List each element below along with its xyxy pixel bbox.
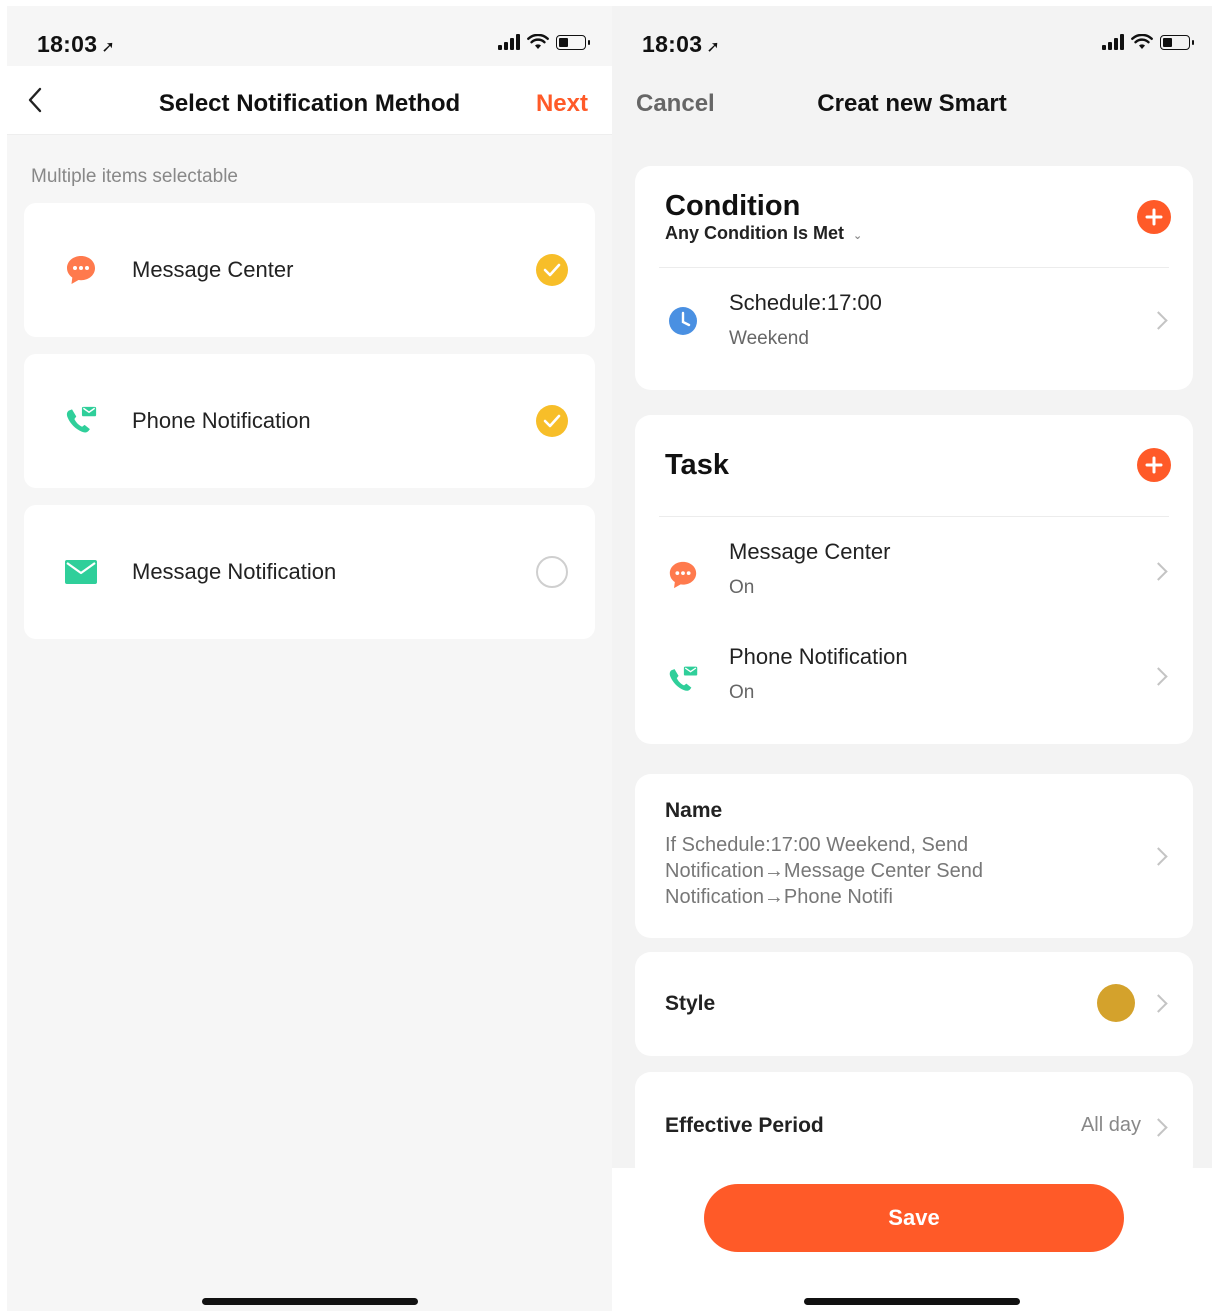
condition-mode-select[interactable]: Any Condition Is Met ⌄ <box>665 223 862 244</box>
status-time: 18:03 <box>642 31 703 57</box>
chat-bubble-icon <box>669 561 697 589</box>
effective-period-value: All day <box>1080 1114 1141 1136</box>
page-title: Creat new Smart <box>817 90 1007 117</box>
task-row-message-center[interactable]: Message Center On <box>635 523 1193 627</box>
task-title: Task <box>665 449 729 481</box>
option-message-notification[interactable]: Message Notification <box>24 505 595 639</box>
signal-icon <box>498 34 520 50</box>
row-subtitle: Weekend <box>729 328 809 349</box>
chevron-right-icon <box>1149 667 1168 686</box>
name-label: Name <box>665 799 723 822</box>
location-arrow-icon: ➚ <box>101 39 116 56</box>
home-indicator <box>804 1298 1020 1305</box>
option-label: Message Center <box>132 257 294 282</box>
battery-icon <box>556 35 590 50</box>
wifi-icon <box>1131 34 1153 49</box>
chevron-right-icon <box>1149 994 1168 1013</box>
checkmark-icon <box>543 414 561 428</box>
option-label: Phone Notification <box>132 408 311 433</box>
status-bar: 18:03 ➚ <box>7 6 612 66</box>
checkmark-icon <box>543 263 561 277</box>
nav-bar: Select Notification Method Next <box>7 66 612 135</box>
style-card[interactable]: Style <box>635 952 1193 1056</box>
row-title: Phone Notification <box>729 644 908 669</box>
location-arrow-icon: ➚ <box>706 39 721 56</box>
option-message-center[interactable]: Message Center <box>24 203 595 337</box>
battery-icon <box>1160 35 1194 50</box>
create-smart-screen: 18:03 ➚ Cancel Creat new Smart Condition … <box>612 6 1212 1311</box>
chevron-right-icon <box>1149 311 1168 330</box>
style-color-swatch <box>1097 984 1135 1022</box>
row-title: Message Center <box>729 539 891 564</box>
footer-bar: Save <box>612 1168 1212 1311</box>
phone-message-icon <box>669 666 698 691</box>
style-label: Style <box>665 992 716 1015</box>
chevron-right-icon <box>1149 1118 1168 1137</box>
status-time: 18:03 <box>37 31 98 57</box>
name-value: If Schedule:17:00 Weekend, Send Notifica… <box>665 834 983 908</box>
effective-period-label: Effective Period <box>665 1114 824 1137</box>
selection-hint: Multiple items selectable <box>31 166 238 187</box>
condition-title: Condition <box>665 190 801 222</box>
task-card: Task Message Center On Phone Notificatio… <box>635 415 1193 744</box>
page-title: Select Notification Method <box>158 90 461 117</box>
caret-down-icon: ⌄ <box>853 230 863 242</box>
chevron-right-icon <box>1149 562 1168 581</box>
next-button[interactable]: Next <box>536 90 588 118</box>
phone-message-icon <box>66 406 97 433</box>
select-notification-screen: 18:03 ➚ Select Notification Method Next M… <box>7 6 612 1311</box>
option-label: Message Notification <box>132 559 337 584</box>
home-indicator <box>201 1298 418 1305</box>
envelope-icon <box>65 560 97 584</box>
plus-icon <box>1145 208 1163 226</box>
checkbox-checked[interactable] <box>536 405 568 437</box>
clock-icon <box>669 307 697 335</box>
chevron-right-icon <box>1149 847 1168 866</box>
status-bar: 18:03 ➚ <box>612 6 1212 66</box>
task-row-phone-notification[interactable]: Phone Notification On <box>635 628 1193 732</box>
condition-mode-label: Any Condition Is Met <box>665 223 844 243</box>
divider <box>659 516 1169 517</box>
chat-bubble-icon <box>67 256 95 284</box>
option-phone-notification[interactable]: Phone Notification <box>24 354 595 488</box>
row-subtitle: On <box>729 577 755 598</box>
add-task-button[interactable] <box>1137 448 1171 482</box>
signal-icon <box>1102 34 1124 50</box>
add-condition-button[interactable] <box>1137 200 1171 234</box>
plus-icon <box>1145 456 1163 474</box>
save-button[interactable]: Save <box>704 1184 1124 1252</box>
condition-row-schedule[interactable]: Schedule:17:00 Weekend <box>635 268 1193 386</box>
condition-card: Condition Any Condition Is Met ⌄ Schedul… <box>635 166 1193 390</box>
effective-period-card[interactable]: Effective Period All day <box>635 1072 1193 1182</box>
row-title: Schedule:17:00 <box>729 290 882 315</box>
name-card[interactable]: Name If Schedule:17:00 Weekend, Send Not… <box>635 774 1193 938</box>
wifi-icon <box>527 34 549 49</box>
checkbox-checked[interactable] <box>536 254 568 286</box>
checkbox-unchecked[interactable] <box>536 556 568 588</box>
row-subtitle: On <box>729 682 755 703</box>
